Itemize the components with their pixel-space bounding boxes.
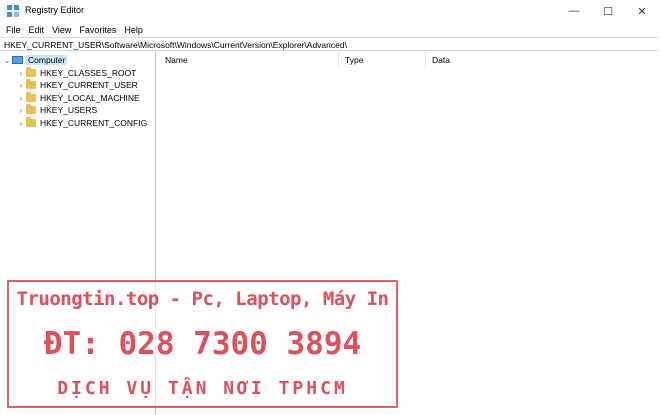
close-button[interactable]: ✕ [625,0,659,22]
tree-node-computer[interactable]: ⌄ Computer [2,54,68,66]
minimize-icon: — [568,5,580,17]
column-header-name[interactable]: Name [159,52,339,68]
maximize-button[interactable]: ☐ [591,0,625,22]
chevron-right-icon[interactable]: › [16,119,26,128]
folder-icon [26,92,36,102]
chevron-right-icon[interactable]: › [16,81,26,90]
tree-node-label: HKEY_USERS [40,105,98,115]
computer-icon [12,56,23,64]
watermark-line-3: DỊCH VỤ TẬN NƠI TPHCM [57,378,348,399]
tree-node-hkey-current-config[interactable]: › HKEY_CURRENT_CONFIG [16,117,147,129]
menu-view[interactable]: View [52,25,71,35]
folder-icon [26,79,36,89]
window-title: Registry Editor [25,5,85,15]
tree-node-label: HKEY_CLASSES_ROOT [40,68,137,78]
title-bar: Registry Editor — ☐ ✕ [0,0,660,22]
minimize-button[interactable]: — [557,0,591,22]
menu-bar: File Edit View Favorites Help [0,22,660,37]
tree-node-hkey-users[interactable]: › HKEY_USERS [16,104,97,116]
menu-edit[interactable]: Edit [29,25,45,35]
folder-icon [26,67,36,77]
tree-node-label: HKEY_CURRENT_CONFIG [40,118,148,128]
tree-node-label: Computer [26,55,68,65]
chevron-right-icon[interactable]: › [16,106,26,115]
folder-icon [26,117,36,127]
watermark-line-2: ĐT: 028 7300 3894 [43,326,362,362]
tree-node-label: HKEY_LOCAL_MACHINE [40,93,140,103]
maximize-icon: ☐ [603,5,613,18]
registry-editor-icon [7,5,19,17]
chevron-down-icon[interactable]: ⌄ [2,56,12,65]
column-header-type[interactable]: Type [339,52,426,68]
watermark-stamp: Truongtin.top - Pc, Laptop, Máy In ĐT: 0… [7,280,398,408]
menu-favorites[interactable]: Favorites [79,25,116,35]
chevron-right-icon[interactable]: › [16,69,26,78]
tree-node-label: HKEY_CURRENT_USER [40,80,138,90]
close-icon: ✕ [637,5,647,18]
tree-node-hkey-current-user[interactable]: › HKEY_CURRENT_USER [16,79,138,91]
menu-file[interactable]: File [6,25,21,35]
tree-node-hkey-local-machine[interactable]: › HKEY_LOCAL_MACHINE [16,92,140,104]
menu-help[interactable]: Help [124,25,143,35]
address-bar[interactable]: HKEY_CURRENT_USER\Software\Microsoft\Win… [0,37,658,51]
watermark-line-1: Truongtin.top - Pc, Laptop, Máy In [16,288,389,310]
folder-icon [26,104,36,114]
column-header-data[interactable]: Data [426,52,606,68]
tree-node-hkey-classes-root[interactable]: › HKEY_CLASSES_ROOT [16,67,136,79]
chevron-right-icon[interactable]: › [16,94,26,103]
